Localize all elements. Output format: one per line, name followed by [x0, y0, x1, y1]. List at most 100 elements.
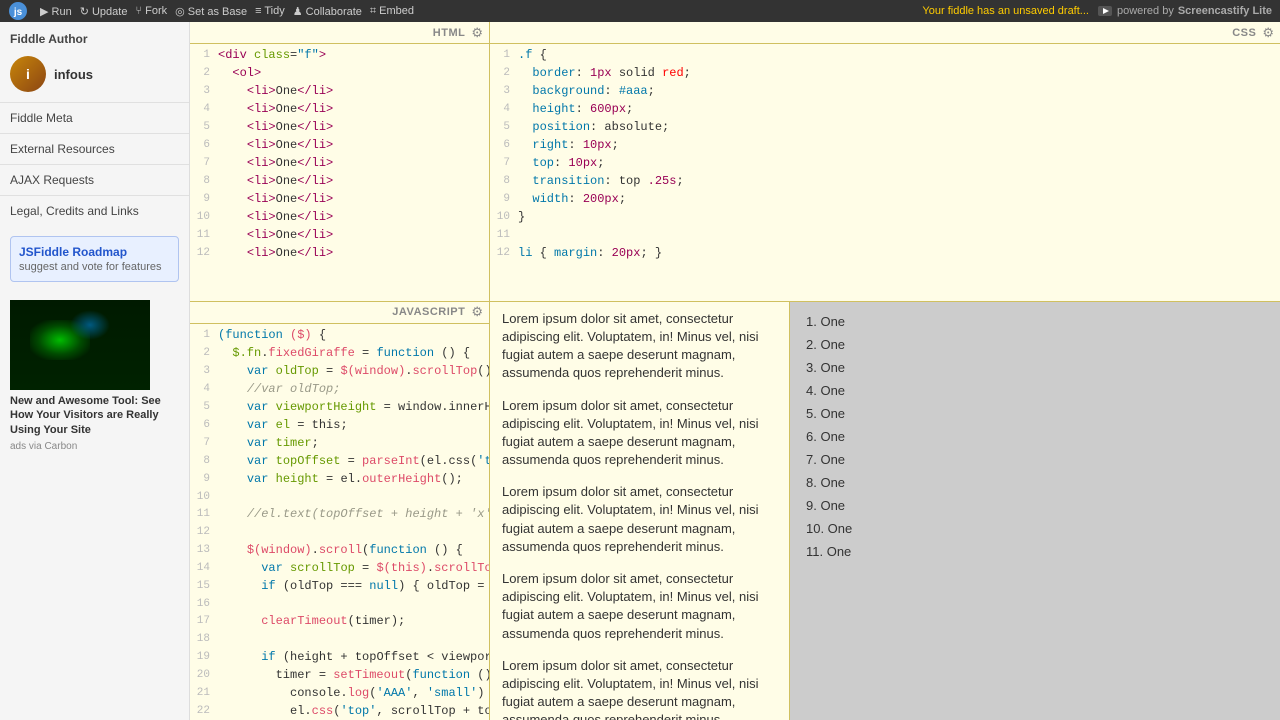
topbar: js ▶ Run ↻ Update ⑂ Fork ◎ Set as Base ≡…	[0, 0, 1280, 22]
roadmap-sub: suggest and vote for features	[19, 261, 170, 273]
line-number: 10	[190, 208, 218, 226]
line-number: 18	[190, 630, 218, 648]
code-line: 3 var oldTop = $(window).scrollTop();	[190, 362, 489, 380]
line-content: <li>One</li>	[218, 190, 489, 208]
code-line: 12	[190, 523, 489, 541]
code-line: 2 <ol>	[190, 64, 489, 82]
line-number: 8	[190, 452, 218, 470]
screencastify-icon	[1097, 3, 1113, 19]
line-content: (function ($) {	[218, 326, 489, 344]
result-pane: Lorem ipsum dolor sit amet, consectetur …	[490, 302, 1280, 720]
result-paragraph: Lorem ipsum dolor sit amet, consectetur …	[502, 657, 777, 720]
html-label: HTML	[433, 27, 466, 39]
line-number: 10	[190, 488, 218, 506]
line-number: 7	[190, 434, 218, 452]
list-item: 7. One	[806, 448, 1264, 471]
screencastify-badge: powered by Screencastify Lite	[1097, 3, 1272, 19]
code-line: 3 <li>One</li>	[190, 82, 489, 100]
svg-text:js: js	[13, 7, 23, 18]
username[interactable]: infous	[54, 67, 93, 82]
code-line: 17 clearTimeout(timer);	[190, 612, 489, 630]
line-number: 4	[190, 380, 218, 398]
code-line: 8 var topOffset = parseInt(el.css('top')…	[190, 452, 489, 470]
ad-title[interactable]: New and Awesome Tool: See How Your Visit…	[10, 394, 179, 437]
line-number: 15	[190, 577, 218, 595]
line-number: 6	[190, 136, 218, 154]
line-content: var scrollTop = $(this).scrollTop();	[218, 559, 489, 577]
line-number: 1	[190, 326, 218, 344]
code-line: 6 var el = this;	[190, 416, 489, 434]
line-content: <li>One</li>	[218, 154, 489, 172]
roadmap-title[interactable]: JSFiddle Roadmap	[19, 245, 170, 259]
line-number: 20	[190, 666, 218, 684]
list-item: 5. One	[806, 402, 1264, 425]
line-number: 9	[190, 470, 218, 488]
line-content: $.fn.fixedGiraffe = function () {	[218, 344, 489, 362]
code-line: 2 $.fn.fixedGiraffe = function () {	[190, 344, 489, 362]
code-line: 6 <li>One</li>	[190, 136, 489, 154]
css-code-area[interactable]: 1.f {2 border: 1px solid red;3 backgroun…	[490, 44, 1280, 301]
code-line: 2 border: 1px solid red;	[490, 64, 1280, 82]
list-item: 10. One	[806, 517, 1264, 540]
line-number: 1	[490, 46, 518, 64]
js-code-area[interactable]: 1(function ($) {2 $.fn.fixedGiraffe = fu…	[190, 324, 489, 720]
line-number: 7	[190, 154, 218, 172]
line-content: el.css('top', scrollTop + topOffset + 'p…	[218, 702, 489, 720]
run-button[interactable]: ▶ Run	[40, 5, 72, 18]
line-number: 16	[190, 595, 218, 613]
list-item: 2. One	[806, 333, 1264, 356]
fork-button[interactable]: ⑂ Fork	[135, 5, 167, 17]
line-content: //el.text(topOffset + height + 'x' + vie…	[218, 505, 489, 523]
css-editor-pane: CSS ⚙ 1.f {2 border: 1px solid red;3 bac…	[490, 22, 1280, 301]
result-paragraph: Lorem ipsum dolor sit amet, consectetur …	[502, 397, 777, 470]
js-editor-pane: JAVASCRIPT ⚙ 1(function ($) {2 $.fn.fixe…	[190, 302, 490, 720]
sidebar-item-fiddle-meta[interactable]: Fiddle Meta	[0, 102, 189, 133]
line-number: 12	[190, 523, 218, 541]
code-line: 9 <li>One</li>	[190, 190, 489, 208]
code-line: 7 <li>One</li>	[190, 154, 489, 172]
code-line: 16	[190, 595, 489, 613]
code-line: 10}	[490, 208, 1280, 226]
code-line: 11 <li>One</li>	[190, 226, 489, 244]
line-number: 8	[490, 172, 518, 190]
sidebar-item-ajax-requests[interactable]: AJAX Requests	[0, 164, 189, 195]
result-content: Lorem ipsum dolor sit amet, consectetur …	[490, 302, 790, 720]
result-paragraph: Lorem ipsum dolor sit amet, consectetur …	[502, 310, 777, 383]
ordered-list-panel: 1. One2. One3. One4. One5. One6. One7. O…	[790, 302, 1280, 720]
html-gear-icon[interactable]: ⚙	[471, 25, 483, 41]
collaborate-button[interactable]: ♟ Collaborate	[293, 5, 362, 18]
sidebar-item-legal[interactable]: Legal, Credits and Links	[0, 195, 189, 226]
line-content: <li>One</li>	[218, 226, 489, 244]
line-content: if (oldTop === null) { oldTop = scrollTo…	[218, 577, 489, 595]
line-number: 11	[190, 505, 218, 523]
line-number: 13	[190, 541, 218, 559]
list-item: 9. One	[806, 494, 1264, 517]
sidebar-item-external-resources[interactable]: External Resources	[0, 133, 189, 164]
line-content: var topOffset = parseInt(el.css('top'), …	[218, 452, 489, 470]
line-content: <li>One</li>	[218, 118, 489, 136]
ad-image	[10, 300, 150, 390]
line-content: //var oldTop;	[218, 380, 489, 398]
result-paragraph: Lorem ipsum dolor sit amet, consectetur …	[502, 570, 777, 643]
js-gear-icon[interactable]: ⚙	[471, 304, 483, 320]
update-button[interactable]: ↻ Update	[80, 5, 128, 18]
line-content: <li>One</li>	[218, 136, 489, 154]
list-item: 11. One	[806, 540, 1264, 563]
line-content: var height = el.outerHeight();	[218, 470, 489, 488]
html-code-area[interactable]: 1<div class="f">2 <ol>3 <li>One</li>4 <l…	[190, 44, 489, 301]
line-number: 7	[490, 154, 518, 172]
code-line: 4 //var oldTop;	[190, 380, 489, 398]
set-as-base-button[interactable]: ◎ Set as Base	[175, 5, 247, 18]
css-gear-icon[interactable]: ⚙	[1262, 25, 1274, 41]
logo[interactable]: js	[8, 1, 28, 21]
embed-button[interactable]: ⌗ Embed	[370, 5, 414, 18]
line-content: transition: top .25s;	[518, 172, 1280, 190]
line-number: 3	[490, 82, 518, 100]
code-line: 11 //el.text(topOffset + height + 'x' + …	[190, 505, 489, 523]
js-editor-header: JAVASCRIPT ⚙	[190, 302, 489, 324]
line-number: 2	[190, 344, 218, 362]
code-line: 7 top: 10px;	[490, 154, 1280, 172]
editor-area: HTML ⚙ 1<div class="f">2 <ol>3 <li>One</…	[190, 22, 1280, 720]
line-number: 5	[490, 118, 518, 136]
tidy-button[interactable]: ≡ Tidy	[255, 5, 285, 17]
